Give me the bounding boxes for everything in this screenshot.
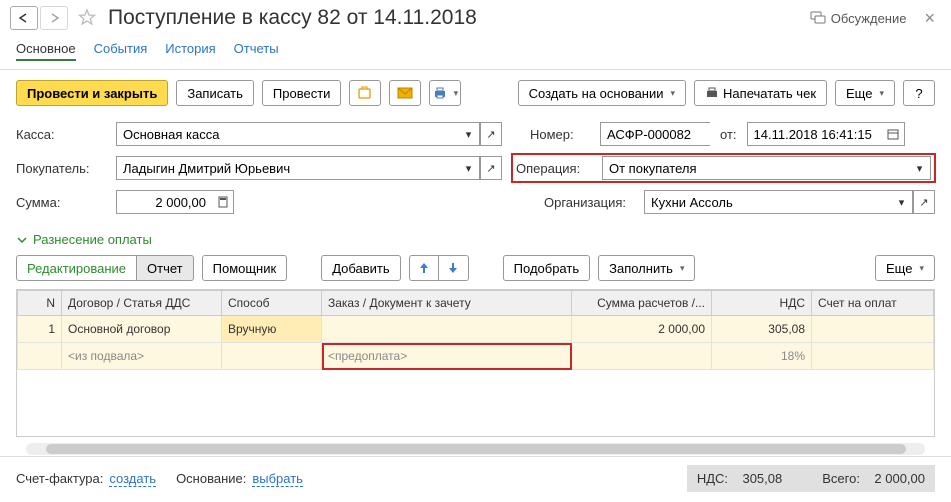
arrow-up-icon bbox=[419, 262, 429, 274]
tab-main[interactable]: Основное bbox=[16, 38, 76, 61]
mail-button[interactable] bbox=[389, 80, 421, 106]
mode-report-button[interactable]: Отчет bbox=[137, 255, 194, 281]
kassa-input-group: ▾ ↗ bbox=[116, 122, 502, 146]
org-dropdown-button[interactable]: ▾ bbox=[891, 190, 913, 214]
number-input[interactable] bbox=[600, 122, 710, 146]
more-button[interactable]: Еще bbox=[835, 80, 895, 106]
receipt-icon bbox=[705, 86, 719, 100]
tab-reports[interactable]: Отчеты bbox=[234, 38, 279, 61]
arrow-down-icon bbox=[448, 262, 458, 274]
print-button[interactable] bbox=[429, 80, 461, 106]
kassa-input[interactable] bbox=[116, 122, 458, 146]
date-input[interactable] bbox=[747, 122, 883, 146]
attach-icon bbox=[357, 86, 373, 100]
col-sum[interactable]: Сумма расчетов /... bbox=[572, 291, 712, 316]
operation-input[interactable] bbox=[602, 156, 909, 180]
nav-forward-button[interactable] bbox=[40, 6, 68, 30]
col-vat[interactable]: НДС bbox=[712, 291, 812, 316]
sum-label: Сумма: bbox=[16, 195, 106, 210]
table-row[interactable]: <из подвала> <предоплата> 18% bbox=[18, 343, 934, 370]
mode-edit-button[interactable]: Редактирование bbox=[16, 255, 137, 281]
org-input[interactable] bbox=[644, 190, 891, 214]
tab-history[interactable]: История bbox=[165, 38, 215, 61]
col-n[interactable]: N bbox=[18, 291, 62, 316]
org-label: Организация: bbox=[544, 195, 634, 210]
fill-button[interactable]: Заполнить bbox=[598, 255, 695, 281]
table-more-button[interactable]: Еще bbox=[875, 255, 935, 281]
basis-label: Основание: bbox=[176, 471, 246, 486]
col-invoice[interactable]: Счет на оплат bbox=[812, 291, 934, 316]
kassa-label: Касса: bbox=[16, 127, 106, 142]
number-label: Номер: bbox=[530, 127, 590, 142]
sum-input[interactable] bbox=[116, 190, 212, 214]
attach-button[interactable] bbox=[349, 80, 381, 106]
calendar-icon bbox=[887, 128, 899, 140]
buyer-label: Покупатель: bbox=[16, 161, 106, 176]
org-open-button[interactable]: ↗ bbox=[913, 190, 935, 214]
helper-button[interactable]: Помощник bbox=[202, 255, 288, 281]
from-label: от: bbox=[720, 127, 737, 142]
horizontal-scrollbar[interactable] bbox=[16, 441, 935, 457]
payment-table: N Договор / Статья ДДС Способ Заказ / До… bbox=[16, 289, 935, 437]
post-and-close-button[interactable]: Провести и закрыть bbox=[16, 80, 168, 106]
kassa-dropdown-button[interactable]: ▾ bbox=[458, 122, 480, 146]
select-basis-link[interactable]: выбрать bbox=[252, 471, 303, 487]
close-button[interactable]: × bbox=[918, 8, 941, 29]
nav-back-button[interactable] bbox=[10, 6, 38, 30]
calendar-button[interactable] bbox=[883, 122, 905, 146]
invoice-label: Счет-фактура: bbox=[16, 471, 103, 486]
kassa-open-button[interactable]: ↗ bbox=[480, 122, 502, 146]
col-method[interactable]: Способ bbox=[222, 291, 322, 316]
discussion-button[interactable]: Обсуждение bbox=[810, 11, 907, 26]
print-receipt-button[interactable]: Напечатать чек bbox=[694, 80, 827, 106]
totals-panel: НДС: 305,08 Всего: 2 000,00 bbox=[687, 465, 935, 492]
move-up-button[interactable] bbox=[409, 255, 439, 281]
tab-bar: Основное События История Отчеты bbox=[0, 34, 951, 70]
operation-dropdown-button[interactable]: ▾ bbox=[909, 156, 931, 180]
favorite-star-icon[interactable] bbox=[76, 7, 98, 29]
page-title: Поступление в кассу 82 от 14.11.2018 bbox=[108, 6, 477, 30]
col-order[interactable]: Заказ / Документ к зачету bbox=[322, 291, 572, 316]
create-invoice-link[interactable]: создать bbox=[109, 471, 156, 487]
tab-events[interactable]: События bbox=[94, 38, 148, 61]
table-row[interactable]: 1 Основной договор Вручную 2 000,00 305,… bbox=[18, 316, 934, 343]
section-toggle[interactable]: Разнесение оплаты bbox=[0, 226, 951, 251]
buyer-input[interactable] bbox=[116, 156, 458, 180]
help-button[interactable]: ? bbox=[903, 80, 935, 106]
discussion-icon bbox=[810, 11, 826, 25]
pick-button[interactable]: Подобрать bbox=[503, 255, 590, 281]
operation-label: Операция: bbox=[516, 161, 592, 176]
move-down-button[interactable] bbox=[439, 255, 469, 281]
post-button[interactable]: Провести bbox=[262, 80, 342, 106]
vat-total: 305,08 bbox=[742, 471, 782, 486]
add-row-button[interactable]: Добавить bbox=[321, 255, 400, 281]
calculator-button[interactable] bbox=[212, 190, 234, 214]
chevron-down-icon bbox=[16, 234, 28, 246]
mail-icon bbox=[397, 87, 413, 99]
grand-total: 2 000,00 bbox=[874, 471, 925, 486]
buyer-open-button[interactable]: ↗ bbox=[480, 156, 502, 180]
calculator-icon bbox=[218, 196, 228, 208]
col-contract[interactable]: Договор / Статья ДДС bbox=[62, 291, 222, 316]
create-from-button[interactable]: Создать на основании bbox=[518, 80, 686, 106]
buyer-dropdown-button[interactable]: ▾ bbox=[458, 156, 480, 180]
print-icon bbox=[433, 86, 447, 100]
save-button[interactable]: Записать bbox=[176, 80, 254, 106]
